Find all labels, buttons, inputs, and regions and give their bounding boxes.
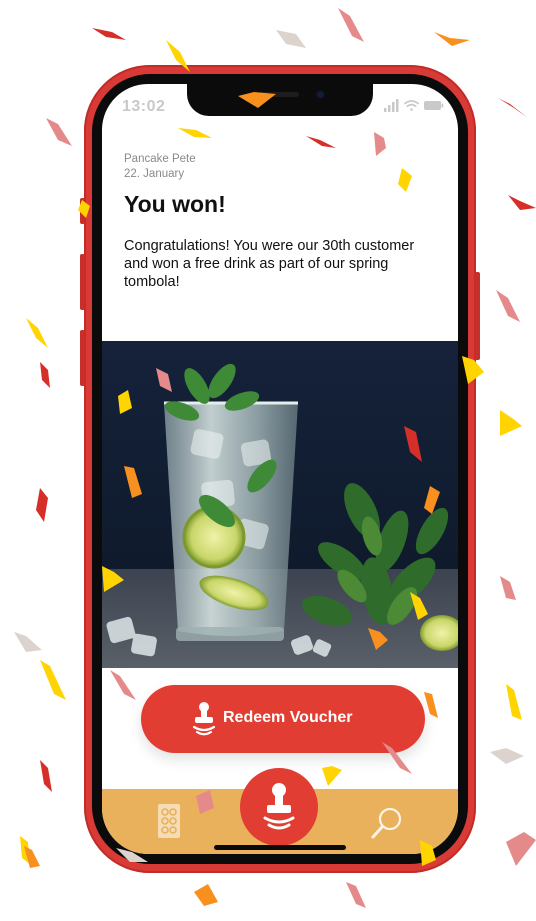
stamp-icon xyxy=(192,702,216,736)
redeem-voucher-button[interactable]: Redeem Voucher xyxy=(141,685,425,753)
battery-icon xyxy=(424,101,444,110)
signal-icon xyxy=(384,99,399,112)
power-button xyxy=(475,272,480,360)
wifi-icon xyxy=(404,100,419,111)
redeem-voucher-label: Redeem Voucher xyxy=(223,709,353,726)
voucher-date: 22. January xyxy=(124,168,185,180)
voucher-title: You won! xyxy=(124,191,226,217)
voucher-message: Congratulations! You were our 30th custo… xyxy=(124,238,415,290)
mojito-photo xyxy=(102,341,458,668)
speaker-grille xyxy=(259,92,299,97)
stamp-card-icon[interactable] xyxy=(157,803,181,839)
status-icons xyxy=(384,99,444,112)
front-camera xyxy=(315,89,326,100)
confetti-mockup: 13:02 Pancake Pete 22. January You won! … xyxy=(0,0,536,921)
search-icon[interactable] xyxy=(370,806,404,840)
status-time: 13:02 xyxy=(122,98,166,115)
mute-switch xyxy=(80,198,85,224)
stamp-icon xyxy=(263,783,295,830)
phone-screen: 13:02 Pancake Pete 22. January You won! … xyxy=(102,84,458,854)
nav-stamp-button[interactable] xyxy=(240,768,318,846)
voucher-meta: Pancake Pete 22. January xyxy=(124,152,196,182)
volume-up-button xyxy=(80,254,85,310)
camera-notch xyxy=(187,84,373,116)
merchant-name: Pancake Pete xyxy=(124,153,196,165)
volume-down-button xyxy=(80,330,85,386)
home-indicator xyxy=(214,845,346,850)
